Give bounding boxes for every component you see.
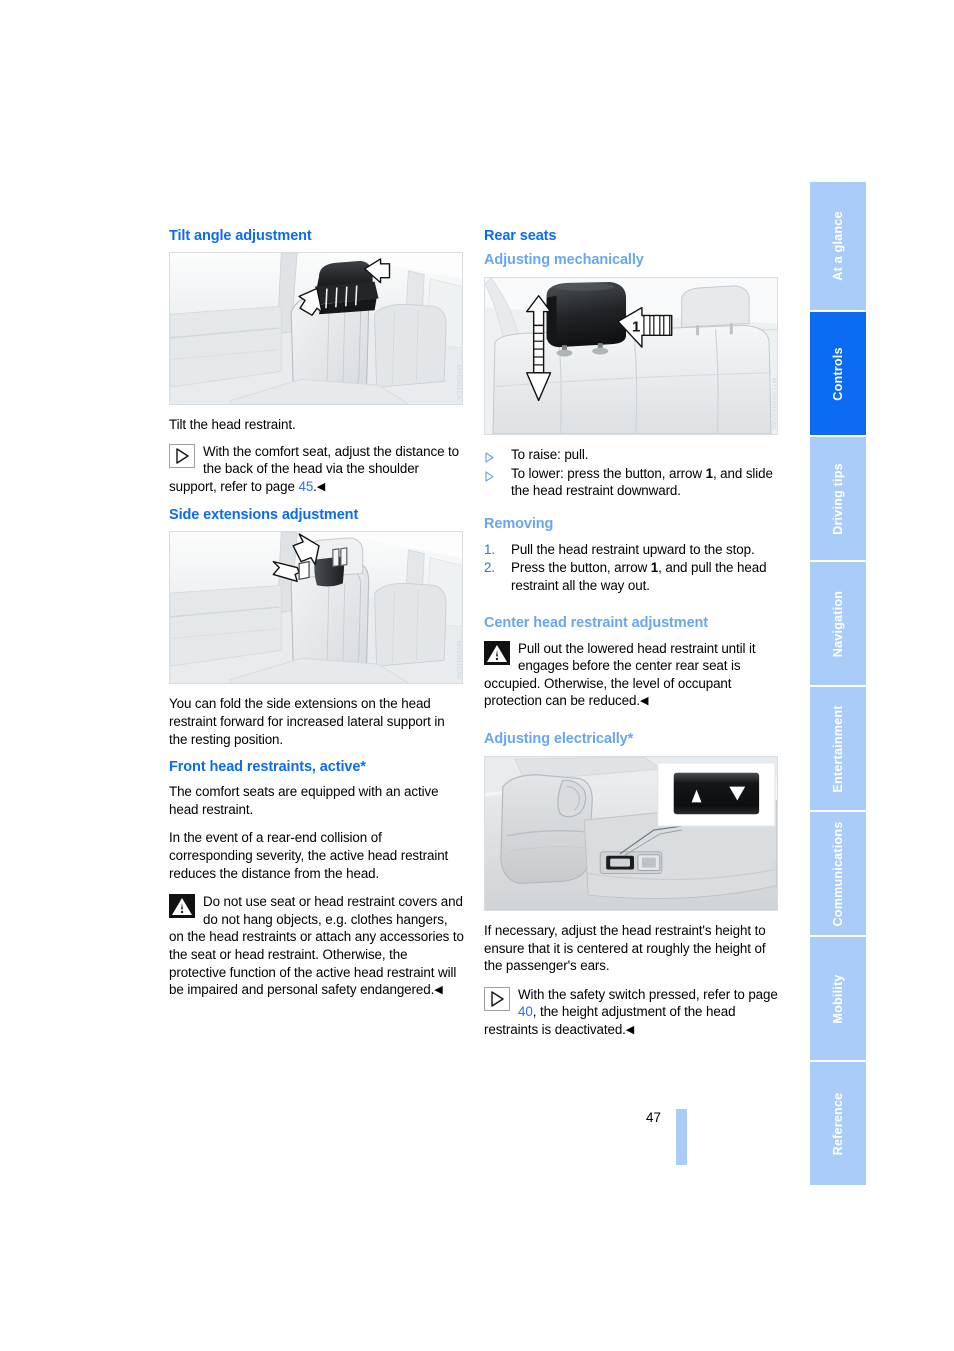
- tab-mobility[interactable]: Mobility: [810, 937, 866, 1060]
- bullet-text-before: To lower: press the button, arrow: [511, 465, 706, 481]
- tab-label: At a glance: [831, 211, 845, 281]
- side-extensions-figure: MYCH11CAV: [169, 531, 463, 685]
- left-column: Tilt angle adjustment MYCH11CA Tilt the …: [169, 228, 465, 1011]
- list-item: 1. Pull the head restraint upward to the…: [484, 541, 780, 559]
- page-reference-45[interactable]: 45: [298, 479, 313, 494]
- rear-seat-headrest-figure: 1 MYCH08N03AWb: [484, 277, 778, 435]
- manual-page: Tilt angle adjustment MYCH11CA Tilt the …: [0, 0, 954, 1351]
- section-tabs: At a glance Controls Driving tips Naviga…: [810, 182, 866, 1187]
- warning-text: Do not use seat or head restraint covers…: [169, 894, 464, 998]
- figure-code: MYCH08N03AWb: [770, 378, 776, 430]
- triangle-right-note-icon: [484, 986, 510, 1011]
- warning-triangle-icon: [484, 640, 510, 665]
- warning-endmark: ◀: [639, 695, 649, 708]
- subheading-adjusting-mechanically: Adjusting mechanically: [484, 252, 644, 268]
- warning-center-head-restraint: Pull out the lowered head restraint unti…: [484, 640, 780, 711]
- svg-text:1: 1: [632, 319, 640, 335]
- subheading-removing: Removing: [484, 515, 554, 532]
- warning-triangle-icon: [169, 894, 195, 919]
- step-text-before: Press the button, arrow: [511, 560, 651, 576]
- note-comfort-seat: With the comfort seat, adjust the distan…: [169, 443, 465, 497]
- electric-adjust-paragraph: If necessary, adjust the head restraint'…: [484, 922, 766, 974]
- note-text-before: With the safety switch pressed, refer to…: [518, 986, 778, 1002]
- list-item: To raise: pull.: [484, 446, 780, 464]
- figure-code: MYCH11CA: [455, 365, 461, 400]
- bullet-arrow-number: 1: [705, 465, 713, 481]
- tab-label: Communications: [831, 821, 845, 926]
- warning-endmark: ◀: [434, 984, 443, 997]
- page-number: 47: [646, 1110, 661, 1125]
- tab-at-a-glance[interactable]: At a glance: [810, 182, 866, 310]
- note-endmark: ◀: [316, 480, 326, 493]
- side-extensions-paragraph: You can fold the side extensions on the …: [169, 696, 445, 747]
- tab-entertainment[interactable]: Entertainment: [810, 687, 866, 810]
- tilt-paragraph: Tilt the head restraint.: [169, 417, 296, 432]
- heading-rear-seats: Rear seats: [484, 228, 557, 244]
- subheading-center-head-restraint-adjustment: Center head restraint adjustment: [484, 614, 709, 631]
- heading-front-head-restraints-active: Front head restraints, active*: [169, 759, 366, 776]
- front-restraints-paragraph-2: In the event of a rear-end collision of …: [169, 830, 449, 881]
- heading-side-extensions-adjustment: Side extensions adjustment: [169, 507, 359, 524]
- tab-navigation[interactable]: Navigation: [810, 562, 866, 685]
- tab-reference[interactable]: Reference: [810, 1062, 866, 1185]
- subheading-adjusting-electrically: Adjusting electrically*: [484, 730, 634, 747]
- list-item: 2. Press the button, arrow 1, and pull t…: [484, 559, 780, 594]
- tab-label: Navigation: [831, 590, 845, 657]
- right-column: Rear seats Adjusting mechanically 1 MYCH…: [484, 228, 780, 1051]
- removing-steps: 1. Pull the head restraint upward to the…: [484, 541, 780, 595]
- note-endmark: ◀: [625, 1023, 635, 1036]
- tilt-angle-figure: MYCH11CA: [169, 252, 463, 405]
- note-safety-switch: With the safety switch pressed, refer to…: [484, 986, 780, 1040]
- front-restraints-paragraph-1: The comfort seats are equipped with an a…: [169, 784, 439, 817]
- tab-label: Entertainment: [831, 704, 845, 793]
- mechanical-bullets: To raise: pull. To lower: press the butt…: [484, 446, 780, 500]
- list-item: To lower: press the button, arrow 1, and…: [484, 465, 780, 500]
- step-number: 1.: [484, 541, 495, 557]
- heading-tilt-angle-adjustment: Tilt angle adjustment: [169, 228, 312, 244]
- electric-headrest-switch-figure: MYCH07N04Ab: [484, 755, 778, 911]
- figure-code: MYCH11CAV: [455, 640, 461, 680]
- page-reference-40[interactable]: 40: [518, 1004, 533, 1019]
- tab-controls[interactable]: Controls: [810, 312, 866, 435]
- figure-code: MYCH07N04Ab: [770, 859, 776, 906]
- tab-driving-tips[interactable]: Driving tips: [810, 437, 866, 560]
- triangle-bullet-icon: [485, 450, 494, 463]
- tab-label: Reference: [831, 1092, 845, 1155]
- tab-label: Mobility: [831, 973, 845, 1024]
- warning-front-head-restraints: Do not use seat or head restraint covers…: [169, 893, 465, 1000]
- tab-label: Driving tips: [831, 462, 845, 535]
- bullet-text: To raise: pull.: [511, 447, 589, 462]
- triangle-right-note-icon: [169, 443, 195, 468]
- triangle-bullet-icon: [485, 469, 494, 482]
- step-text: Pull the head restraint upward to the st…: [511, 541, 755, 557]
- page-marker-bar: [676, 1109, 687, 1165]
- tab-label: Controls: [831, 346, 845, 401]
- step-number: 2.: [484, 560, 495, 576]
- warning-text: Pull out the lowered head restraint unti…: [484, 640, 756, 709]
- tab-communications[interactable]: Communications: [810, 812, 866, 935]
